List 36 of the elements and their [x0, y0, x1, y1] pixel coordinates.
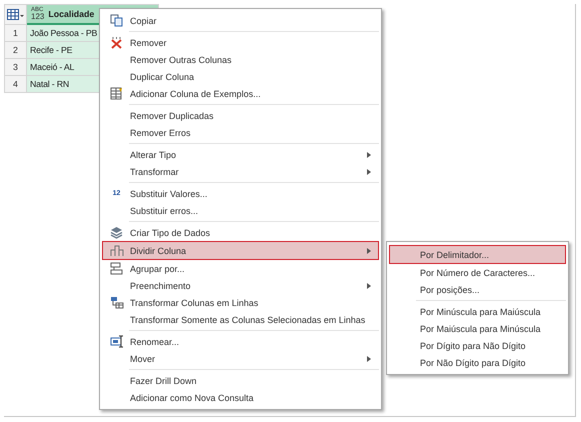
split-column-icon: [110, 244, 124, 257]
menu-item[interactable]: Transformar: [102, 163, 379, 180]
menu-item[interactable]: Por Dígito para Não Dígito: [389, 337, 566, 354]
row-number: 2: [4, 42, 27, 59]
menu-item[interactable]: Dividir Coluna: [102, 241, 379, 260]
table-icon: [110, 87, 123, 100]
menu-item[interactable]: Por posições...: [389, 281, 566, 298]
menu-item[interactable]: Fazer Drill Down: [102, 372, 379, 389]
menu-item[interactable]: Criar Tipo de Dados: [102, 224, 379, 241]
layers-icon: [110, 226, 123, 239]
rename-icon: [110, 335, 124, 348]
menu-item[interactable]: Remover Duplicadas: [102, 107, 379, 124]
menu-item[interactable]: Por Não Dígito para Dígito: [389, 354, 566, 371]
menu-item[interactable]: Por Maiúscula para Minúscula: [389, 320, 566, 337]
row-number: 4: [4, 76, 27, 93]
menu-item[interactable]: Mover: [102, 350, 379, 367]
menu-item[interactable]: Renomear...: [102, 333, 379, 350]
menu-item[interactable]: Agrupar por...: [102, 260, 379, 277]
menu-item[interactable]: Transformar Somente as Colunas Selecionadas em Linhas: [102, 311, 379, 328]
menu-item[interactable]: Substituir erros...: [102, 202, 379, 219]
unpivot-icon: [110, 296, 124, 309]
menu-item[interactable]: Por Delimitador...: [389, 245, 566, 264]
row-number: 3: [4, 59, 27, 76]
group-icon: [110, 262, 123, 275]
menu-item[interactable]: Por Minúscula para Maiúscula: [389, 303, 566, 320]
table-menu-icon[interactable]: [7, 9, 24, 20]
menu-item[interactable]: Preenchimento: [102, 277, 379, 294]
row-number: 1: [4, 25, 27, 42]
menu-item[interactable]: Por Número de Caracteres...: [389, 264, 566, 281]
copy-icon: [110, 14, 123, 27]
remove-icon: [110, 36, 123, 49]
menu-item[interactable]: Remover Erros: [102, 124, 379, 141]
menu-item[interactable]: Transformar Colunas em Linhas: [102, 294, 379, 311]
column-title: Localidade: [48, 9, 94, 19]
menu-item[interactable]: Adicionar como Nova Consulta: [102, 389, 379, 406]
menu-item[interactable]: Alterar Tipo: [102, 146, 379, 163]
